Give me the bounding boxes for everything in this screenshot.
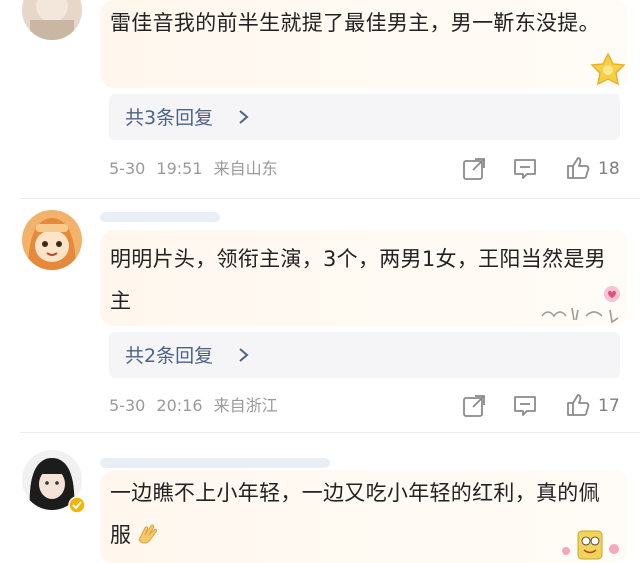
sticker-decoration-icon [562,530,619,560]
username-blurred [100,458,330,468]
comment-date: 5-30 [109,396,146,415]
comment-location: 来自山东 [213,159,278,178]
view-replies-button[interactable]: 共3条回复 [109,94,620,140]
comment-item-1: 雷佳音我的前半生就提了最佳男主，男一靳东没提。 共3条回复 5-30 19:51… [0,0,640,200]
comment-item-3: 一边瞧不上小年轻，一边又吃小年轻的红利，真的佩服 [0,434,640,563]
commenter-avatar[interactable] [22,210,82,270]
comment-location: 来自浙江 [213,396,278,415]
username-blurred [100,212,220,222]
comment-meta: 5-30 20:16 来自浙江 [109,395,284,417]
comment-icon[interactable] [512,393,538,419]
like-icon[interactable] [565,392,591,418]
comment-item-2: 明明片头，领衔主演，3个，两男1女，王阳当然是男主 共2条回复 5-30 20:… [0,200,640,433]
chevron-right-icon [239,110,249,124]
replies-label: 共2条回复 [125,345,214,367]
like-count: 18 [598,159,620,179]
comment-time: 20:16 [156,396,203,415]
comment-bubble: 雷佳音我的前半生就提了最佳男主，男一靳东没提。 [100,0,628,88]
comment-meta: 5-30 19:51 来自山东 [109,158,284,180]
comment-date: 5-30 [109,159,146,178]
comment-icon[interactable] [512,156,538,182]
chevron-right-icon [239,348,249,362]
comment-text: 雷佳音我的前半生就提了最佳男主，男一靳东没提。 [110,11,600,35]
like-icon[interactable] [565,155,591,181]
share-icon[interactable] [461,156,487,182]
comment-bubble: 一边瞧不上小年轻，一边又吃小年轻的红利，真的佩服 [100,470,628,563]
clap-emoji-icon [138,524,158,544]
gold-badge-icon [590,52,626,86]
share-icon[interactable] [461,393,487,419]
commenter-avatar[interactable] [22,0,82,40]
like-count: 17 [598,396,620,416]
view-replies-button[interactable]: 共2条回复 [109,332,620,378]
divider [20,198,640,199]
sticker-decoration-icon [541,286,620,324]
verified-badge-icon [68,496,86,514]
comment-time: 19:51 [156,159,203,178]
comment-text: 一边瞧不上小年轻，一边又吃小年轻的红利，真的佩服 [110,481,600,547]
replies-label: 共3条回复 [125,107,214,129]
divider [20,432,640,433]
comment-bubble: 明明片头，领衔主演，3个，两男1女，王阳当然是男主 [100,230,628,326]
